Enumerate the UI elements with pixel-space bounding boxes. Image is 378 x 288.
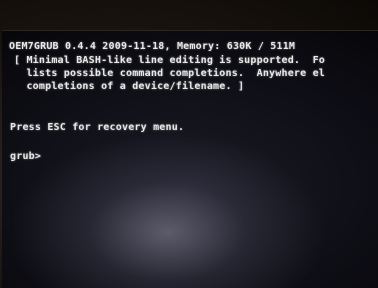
help-text-line-2: lists possible command completions. Anyw… [14, 68, 326, 79]
command-prompt[interactable]: grub> [10, 151, 48, 162]
help-text-line-1: [ Minimal BASH-like line editing is supp… [14, 55, 326, 66]
help-text-line-3: completions of a device/filename. ] [14, 81, 245, 92]
recovery-menu-hint: Press ESC for recovery menu. [10, 122, 185, 133]
bootloader-header: OEM7GRUB 0.4.4 2009-11-18, Memory: 630K … [9, 41, 296, 52]
terminal-screen[interactable]: OEM7GRUB 0.4.4 2009-11-18, Memory: 630K … [2, 30, 378, 288]
prompt-label: grub> [10, 151, 42, 162]
